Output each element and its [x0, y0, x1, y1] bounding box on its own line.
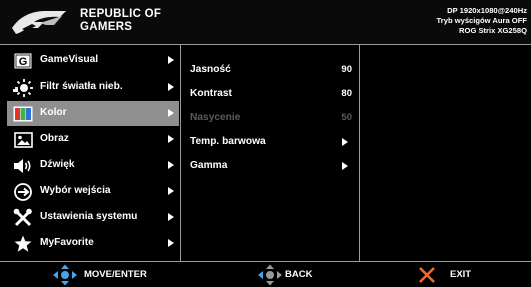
chevron-right-icon [168, 213, 174, 221]
chevron-right-icon [342, 138, 348, 146]
input-resolution: DP 1920x1080@240Hz [447, 6, 527, 15]
menu-item-myfavorite[interactable]: MyFavorite [7, 231, 179, 256]
rog-logo-icon [12, 11, 66, 34]
chevron-right-icon [168, 187, 174, 195]
submenu-divider [359, 45, 360, 261]
menu-item-label: Wybór wejścia [40, 185, 111, 196]
submenu-item-label: Kontrast [190, 88, 232, 99]
submenu-item-brightness[interactable]: Jasność 90 [190, 58, 352, 82]
contrast-value: 80 [341, 88, 352, 99]
exit-hint[interactable]: EXIT [418, 262, 471, 287]
submenu-item-label: Jasność [190, 64, 231, 75]
chevron-right-icon [168, 239, 174, 247]
speaker-icon [13, 156, 33, 175]
move-enter-hint[interactable]: MOVE/ENTER [52, 262, 147, 287]
model-name: ROG Strix XG258Q [459, 26, 527, 36]
submenu-item-label: Gamma [190, 160, 228, 171]
saturation-value: 50 [341, 112, 352, 123]
move-enter-label: MOVE/ENTER [84, 269, 147, 280]
brightness-value: 90 [341, 64, 352, 75]
back-hint[interactable]: BACK [257, 262, 312, 287]
menu-item-input-select[interactable]: Wybór wejścia [7, 179, 179, 204]
menu-item-gamevisual[interactable]: G GameVisual [7, 48, 179, 73]
blue-light-icon [13, 78, 33, 97]
brand-name: REPUBLIC OF GAMERS [80, 8, 161, 34]
menu-item-label: GameVisual [40, 54, 99, 65]
status-info: DP 1920x1080@240Hz Tryb wyścigów Aura OF… [437, 6, 527, 37]
image-icon [13, 130, 33, 149]
osd-footer: MOVE/ENTER BACK EXIT [0, 262, 531, 287]
menu-item-label: Kolor [40, 107, 67, 118]
svg-text:G: G [19, 56, 28, 68]
exit-label: EXIT [450, 269, 472, 280]
joystick-5way-icon [53, 264, 77, 285]
brand-line-2: GAMERS [80, 21, 133, 33]
joystick-left-icon [258, 264, 282, 285]
submenu-item-contrast[interactable]: Kontrast 80 [190, 82, 352, 106]
color-icon [13, 104, 33, 123]
menu-item-label: Ustawienia systemu [40, 211, 138, 222]
menu-item-label: Dźwięk [40, 159, 75, 170]
input-icon [13, 182, 33, 201]
menu-item-label: Filtr światła nieb. [40, 81, 123, 92]
chevron-right-icon [168, 135, 174, 143]
menu-item-image[interactable]: Obraz [7, 127, 179, 152]
chevron-right-icon [168, 56, 174, 64]
submenu-item-label: Temp. barwowa [190, 136, 266, 147]
menu-item-label: MyFavorite [40, 237, 94, 248]
menu-item-color[interactable]: Kolor [7, 101, 179, 126]
mode-aura-status: Tryb wyścigów Aura OFF [436, 16, 527, 26]
submenu-item-label: Nasycenie [190, 112, 241, 123]
chevron-right-icon [168, 83, 174, 91]
header-divider [0, 44, 531, 45]
menu-item-blue-light-filter[interactable]: Filtr światła nieb. [7, 75, 179, 100]
menu-item-label: Obraz [40, 133, 69, 144]
back-label: BACK [285, 269, 313, 280]
chevron-right-icon [168, 109, 174, 117]
menu-item-sound[interactable]: Dźwięk [7, 153, 179, 178]
chevron-right-icon [168, 161, 174, 169]
gamevisual-icon: G [13, 51, 33, 70]
close-icon [419, 266, 435, 283]
chevron-right-icon [342, 162, 348, 170]
submenu-item-color-temp[interactable]: Temp. barwowa [190, 130, 352, 154]
osd-header: REPUBLIC OF GAMERS DP 1920x1080@240Hz Tr… [0, 0, 531, 44]
menu-item-system-setup[interactable]: Ustawienia systemu [7, 205, 179, 230]
brand-line-1: REPUBLIC OF [80, 8, 162, 20]
osd-menu: REPUBLIC OF GAMERS DP 1920x1080@240Hz Tr… [0, 0, 531, 287]
tools-icon [13, 208, 33, 227]
submenu-item-saturation: Nasycenie 50 [190, 106, 352, 130]
menu-divider [180, 45, 181, 261]
submenu-item-gamma[interactable]: Gamma [190, 154, 352, 178]
star-icon [13, 234, 33, 253]
